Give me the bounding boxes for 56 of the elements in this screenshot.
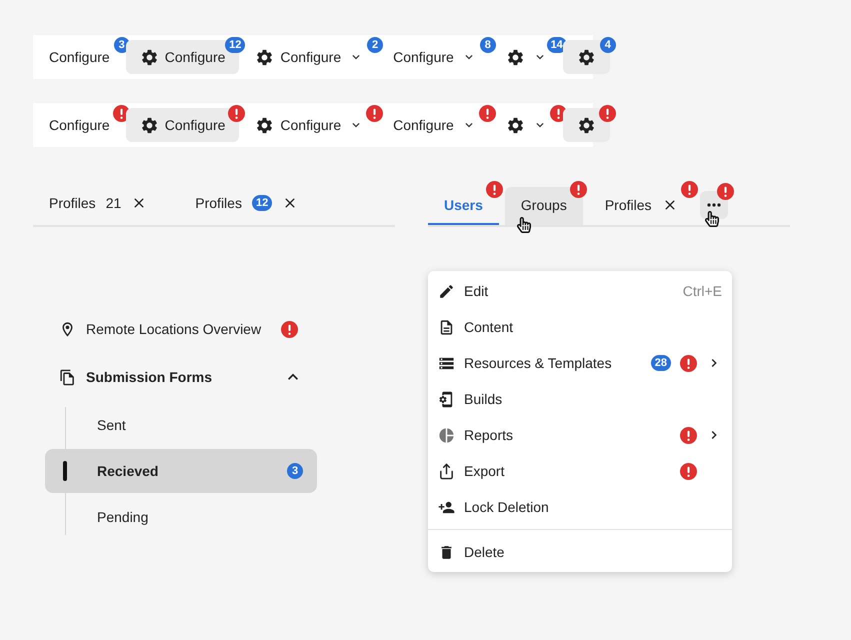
- pencil-icon: [438, 282, 455, 300]
- menu-item[interactable]: Lock Deletion: [428, 489, 732, 525]
- nav-subitem[interactable]: Pending: [45, 495, 317, 539]
- share-icon: [438, 462, 455, 480]
- menu-item[interactable]: Resources & Templates 28: [428, 345, 732, 381]
- phone-gear-icon: [438, 390, 455, 408]
- settings-icon: [140, 116, 159, 134]
- count-badge: 8: [480, 37, 496, 53]
- configure-button[interactable]: [562, 40, 610, 74]
- settings-icon: [255, 116, 274, 134]
- alert-icon: [680, 181, 698, 198]
- hand-cursor-icon: [704, 211, 719, 227]
- settings-icon: [506, 48, 525, 66]
- nav-subitem[interactable]: Recieved 3: [45, 449, 317, 493]
- pie-chart-icon: [438, 426, 455, 444]
- alert-icon: [570, 181, 587, 198]
- configure-button[interactable]: Configure: [126, 108, 240, 142]
- settings-icon: [140, 48, 159, 66]
- profile-tab[interactable]: Profiles 12: [179, 181, 314, 225]
- settings-icon: [576, 48, 596, 66]
- menu-item[interactable]: Content: [428, 309, 732, 345]
- configure-button[interactable]: Configure: [35, 108, 124, 142]
- count-badge: 12: [252, 195, 272, 211]
- count-badge: 2: [367, 37, 384, 53]
- alert-icon: [281, 320, 298, 338]
- more-icon: [706, 203, 721, 207]
- nav-item[interactable]: Submission Forms: [45, 353, 317, 401]
- count-badge: 28: [650, 355, 671, 371]
- settings-icon: [255, 48, 274, 66]
- menu-item[interactable]: Builds: [428, 381, 732, 417]
- menu-item[interactable]: Export: [428, 453, 732, 489]
- count-badge: 4: [600, 37, 616, 53]
- count-text: 21: [106, 194, 122, 212]
- documents-icon: [59, 368, 76, 386]
- menu-item[interactable]: Edit Ctrl+E: [428, 273, 732, 309]
- nav-item[interactable]: Remote Locations Overview: [45, 305, 317, 353]
- tab[interactable]: Profiles: [588, 187, 694, 225]
- alert-icon: [598, 105, 616, 122]
- alert-icon: [716, 183, 734, 200]
- tab[interactable]: Groups: [504, 187, 583, 225]
- document-icon: [438, 318, 455, 336]
- alert-icon: [486, 181, 503, 198]
- menu-item[interactable]: Delete: [428, 534, 732, 570]
- settings-icon: [506, 116, 525, 134]
- shortcut-text: Ctrl+E: [682, 282, 722, 300]
- count-badge: 12: [225, 37, 246, 53]
- count-badge: 3: [287, 463, 303, 479]
- hand-cursor-icon: [516, 217, 531, 233]
- menu-item[interactable]: Reports: [428, 417, 732, 453]
- nav-subitem[interactable]: Sent: [45, 403, 317, 447]
- configure-button[interactable]: [562, 108, 610, 142]
- profile-tab[interactable]: Profiles 21: [33, 181, 164, 225]
- settings-icon: [576, 116, 596, 134]
- count-badge: 14: [546, 37, 567, 53]
- configure-button[interactable]: Configure: [241, 108, 378, 142]
- configure-button[interactable]: Configure: [379, 108, 490, 142]
